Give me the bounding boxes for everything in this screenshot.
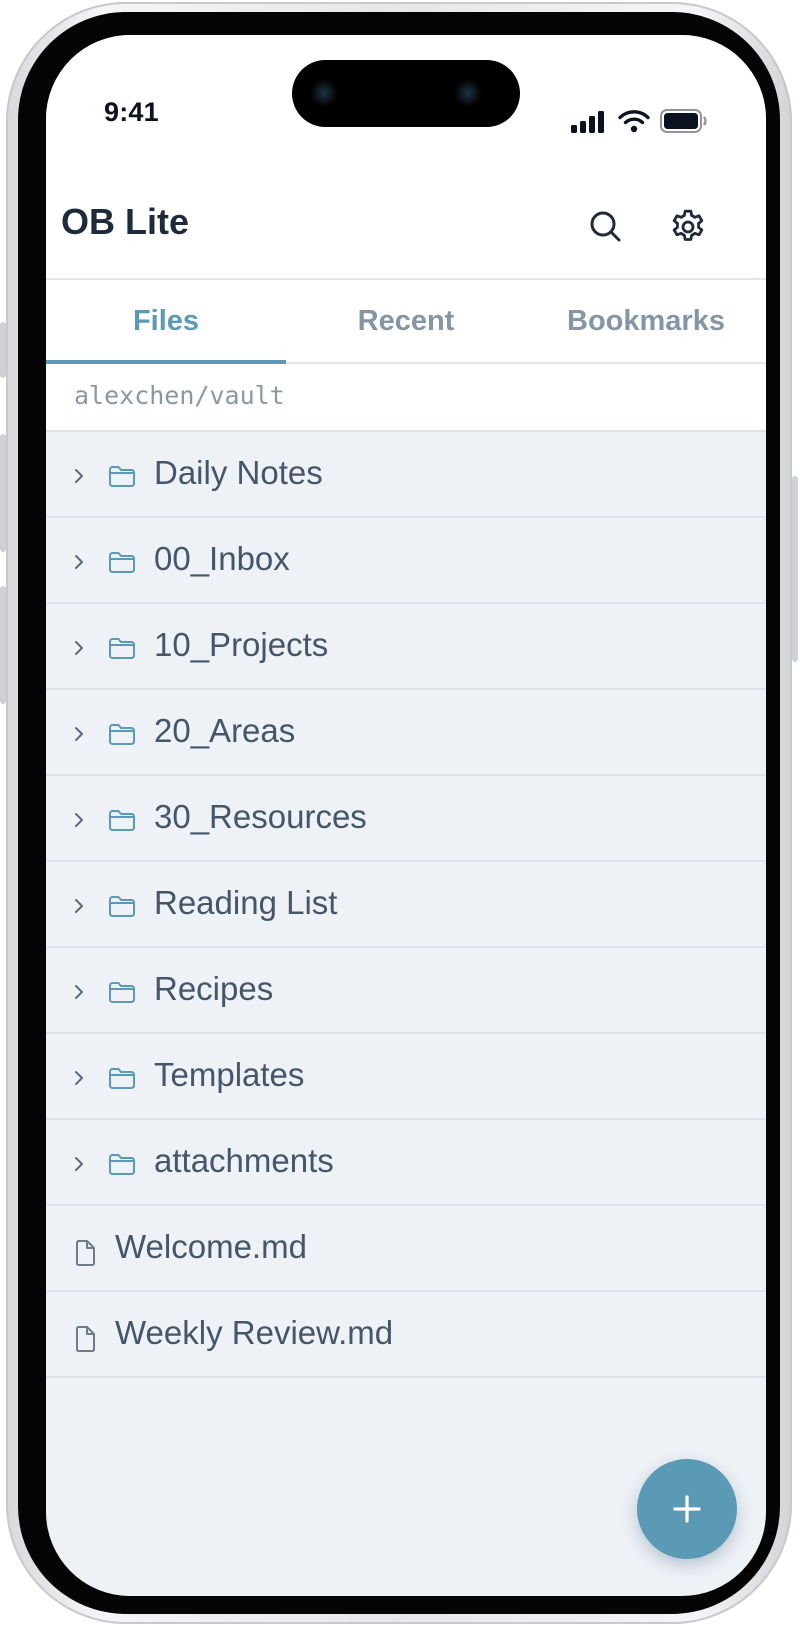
file-row[interactable]: Weekly Review.md xyxy=(46,1292,766,1378)
volume-down-button xyxy=(0,586,6,704)
dynamic-island xyxy=(292,60,520,127)
volume-up-button xyxy=(0,434,6,552)
folder-row[interactable]: Recipes xyxy=(46,948,766,1034)
tab-bar: Files Recent Bookmarks xyxy=(46,280,766,364)
sensor-icon xyxy=(454,79,482,107)
file-name: Weekly Review.md xyxy=(115,1314,394,1351)
folder-name: Recipes xyxy=(154,970,274,1007)
folder-row[interactable]: 20_Areas xyxy=(46,690,766,776)
settings-button[interactable] xyxy=(668,207,708,247)
folder-row[interactable]: attachments xyxy=(46,1120,766,1206)
folder-row[interactable]: 10_Projects xyxy=(46,604,766,690)
folder-row[interactable]: Templates xyxy=(46,1034,766,1120)
folder-name: 00_Inbox xyxy=(154,540,290,577)
chevron-right-icon xyxy=(75,813,83,827)
folder-icon xyxy=(109,638,135,659)
file-row[interactable]: Welcome.md xyxy=(46,1206,766,1292)
file-icon xyxy=(76,1326,95,1352)
folder-row[interactable]: Reading List xyxy=(46,862,766,948)
search-icon xyxy=(590,211,621,242)
folder-icon xyxy=(109,552,135,573)
app-title: OB Lite xyxy=(61,201,190,242)
chevron-right-icon xyxy=(75,1071,83,1085)
chevron-right-icon xyxy=(75,555,83,569)
cellular-signal-icon xyxy=(571,111,604,133)
folder-icon xyxy=(109,1154,135,1175)
folder-name: Reading List xyxy=(154,884,338,921)
gear-icon xyxy=(672,209,704,241)
vault-path: alexchen/vault xyxy=(74,381,285,410)
tab-bookmarks[interactable]: Bookmarks xyxy=(526,280,766,362)
app-header: OB Lite xyxy=(46,163,766,280)
folder-name: Templates xyxy=(154,1056,305,1093)
folder-icon xyxy=(109,724,135,745)
screen: 9:41 OB Lite Files Recent Bookmarks alex… xyxy=(46,35,766,1596)
file-tree: Daily Notes 00_Inbox 10_Projects 20_Areas 30… xyxy=(46,432,766,1378)
file-name: Welcome.md xyxy=(115,1228,307,1265)
plus-icon xyxy=(673,1495,701,1523)
folder-name: 10_Projects xyxy=(154,626,329,663)
vault-path-bar: alexchen/vault xyxy=(46,364,766,432)
folder-icon xyxy=(109,810,135,831)
folder-icon xyxy=(109,466,135,487)
power-button xyxy=(792,476,798,662)
folder-name: 20_Areas xyxy=(154,712,296,749)
folder-name: 30_Resources xyxy=(154,798,367,835)
new-note-button[interactable] xyxy=(637,1459,737,1559)
chevron-right-icon xyxy=(75,899,83,913)
file-icon xyxy=(76,1240,95,1266)
camera-icon xyxy=(310,79,338,107)
phone-frame: 9:41 OB Lite Files Recent Bookmarks alex… xyxy=(0,2,798,1624)
tab-files[interactable]: Files xyxy=(46,280,286,364)
chevron-right-icon xyxy=(75,469,83,483)
chevron-right-icon xyxy=(75,985,83,999)
action-button xyxy=(0,322,6,378)
status-time: 9:41 xyxy=(104,97,159,127)
search-button[interactable] xyxy=(586,207,626,247)
chevron-right-icon xyxy=(75,1157,83,1171)
chevron-right-icon xyxy=(75,727,83,741)
battery-icon xyxy=(660,109,707,133)
wifi-icon xyxy=(618,110,650,133)
tab-recent[interactable]: Recent xyxy=(286,280,526,362)
folder-name: attachments xyxy=(154,1142,334,1179)
folder-row[interactable]: 30_Resources xyxy=(46,776,766,862)
folder-row[interactable]: 00_Inbox xyxy=(46,518,766,604)
folder-name: Daily Notes xyxy=(154,454,323,491)
folder-icon xyxy=(109,1068,135,1089)
chevron-right-icon xyxy=(75,641,83,655)
folder-icon xyxy=(109,896,135,917)
folder-icon xyxy=(109,982,135,1003)
folder-row[interactable]: Daily Notes xyxy=(46,432,766,518)
